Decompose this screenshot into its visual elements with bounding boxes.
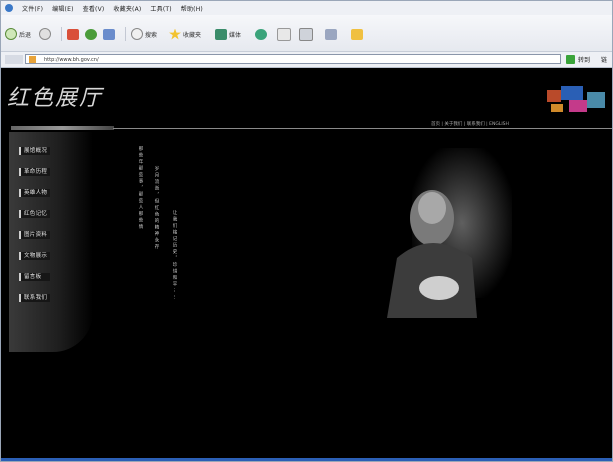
back-arrow-icon: [5, 28, 17, 40]
vertical-poem-line: 那些年那些事，那些人那些情: [138, 146, 143, 231]
menu-edit[interactable]: 编辑(E): [52, 4, 73, 13]
browser-window: 文件(F) 编辑(E) 查看(V) 收藏夹(A) 工具(T) 帮助(H) 后退 …: [0, 0, 613, 462]
home-button[interactable]: [103, 27, 115, 41]
media-icon: [215, 28, 227, 40]
edit-button[interactable]: [325, 27, 337, 41]
favorites-label: 收藏夹: [183, 31, 202, 39]
back-label: 后退: [19, 31, 32, 39]
header-decoration-image: [547, 86, 605, 112]
folder-icon: [351, 28, 363, 40]
sidebar-item[interactable]: 展馆概况: [19, 147, 51, 155]
stop-button[interactable]: [67, 27, 79, 41]
search-icon: [131, 28, 143, 40]
url-input[interactable]: http://www.bh.gov.cn/: [25, 54, 561, 64]
menu-help[interactable]: 帮助(H): [181, 4, 203, 13]
go-arrow-icon[interactable]: [566, 55, 575, 64]
top-nav: 首页 | 关于我们 | 联系我们 | ENGLISH: [431, 121, 509, 127]
toolbar-separator: [61, 27, 62, 41]
sidebar-item[interactable]: 英雄人物: [19, 189, 51, 197]
menu-bar: 文件(F) 编辑(E) 查看(V) 收藏夹(A) 工具(T) 帮助(H): [1, 1, 612, 15]
print-button[interactable]: [299, 27, 313, 41]
forward-button[interactable]: [39, 27, 51, 41]
menu-favorites[interactable]: 收藏夹(A): [113, 4, 141, 13]
refresh-button[interactable]: [85, 27, 97, 41]
top-nav-links[interactable]: 首页 | 关于我们 | 联系我们 | ENGLISH: [431, 121, 509, 127]
stop-icon: [67, 28, 79, 40]
back-button[interactable]: 后退: [5, 27, 31, 41]
logo-underline: [11, 126, 114, 130]
address-bar: http://www.bh.gov.cn/ 转到 链: [1, 52, 612, 68]
star-icon: [169, 28, 181, 40]
elderly-woman-photo: [387, 148, 512, 318]
forward-arrow-icon: [39, 28, 51, 40]
home-icon: [103, 28, 115, 40]
media-label: 媒体: [229, 31, 242, 39]
address-label: [5, 55, 23, 64]
site-logo[interactable]: 红色展厅: [7, 80, 103, 112]
toolbar-separator: [125, 27, 126, 41]
refresh-icon: [85, 28, 97, 40]
search-label: 搜索: [145, 31, 158, 39]
go-button[interactable]: 转到: [578, 55, 590, 64]
header-divider: [113, 128, 612, 129]
history-icon: [255, 28, 267, 40]
vertical-poem-line: 让我们铭记历史，珍惜和平……: [172, 210, 177, 301]
mail-button[interactable]: [277, 27, 291, 41]
sidebar-item[interactable]: 留言板: [19, 273, 51, 281]
sidebar-item[interactable]: 文物展示: [19, 252, 51, 260]
history-button[interactable]: [255, 27, 267, 41]
edit-icon: [325, 28, 337, 40]
page-icon: [29, 56, 36, 63]
sidebar-menu: 展馆概况 革命历程 英雄人物 红色记忆 图片资料 文物展示 留言板 联系我们: [19, 147, 51, 302]
sidebar-item[interactable]: 图片资料: [19, 231, 51, 239]
menu-file[interactable]: 文件(F): [22, 4, 43, 13]
status-bar: [1, 458, 612, 461]
menu-tools[interactable]: 工具(T): [150, 4, 171, 13]
sidebar-item[interactable]: 革命历程: [19, 168, 51, 176]
links-button[interactable]: 链: [601, 55, 607, 64]
favorites-button[interactable]: 收藏夹: [169, 27, 201, 41]
browser-logo-icon: [5, 4, 13, 12]
vertical-poem-line: 岁月流逝，但红色的精神永存: [154, 166, 159, 251]
folder-button[interactable]: [351, 27, 363, 41]
sidebar-item[interactable]: 联系我们: [19, 294, 51, 302]
sidebar-item[interactable]: 红色记忆: [19, 210, 51, 218]
standard-toolbar: 后退 搜索 收藏夹 媒体: [1, 15, 612, 52]
search-button[interactable]: 搜索: [131, 27, 157, 41]
page-viewport: 红色展厅 首页 | 关于我们 | 联系我们 | ENGLISH 展馆概况 革命历…: [1, 68, 612, 458]
menu-view[interactable]: 查看(V): [83, 4, 105, 13]
mail-icon: [277, 27, 291, 41]
printer-icon: [299, 27, 313, 41]
media-button[interactable]: 媒体: [215, 27, 241, 41]
url-text: http://www.bh.gov.cn/: [44, 57, 99, 63]
